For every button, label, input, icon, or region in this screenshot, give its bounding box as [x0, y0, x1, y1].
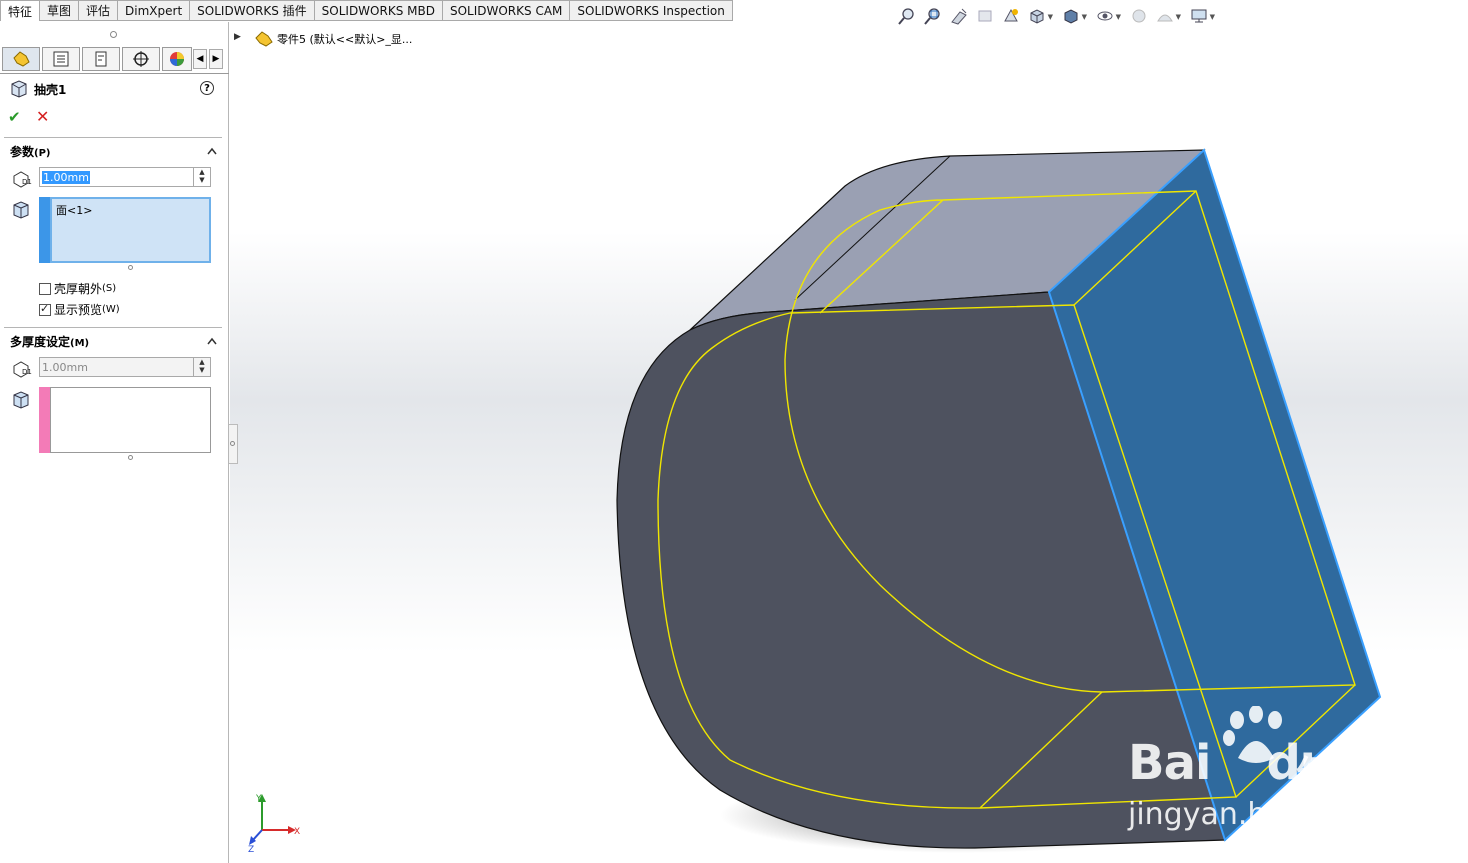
tab-features[interactable]: 特征 — [0, 0, 41, 21]
tab-property-manager[interactable] — [42, 47, 80, 71]
multi-thickness-input[interactable]: 1.00mm ▲ ▼ — [39, 357, 211, 377]
tabs-scroll-right[interactable]: ▶ — [209, 49, 223, 69]
heads-up-view-toolbar: ▼ ▼ ▼ ▼ ▼ — [896, 4, 1215, 28]
tab-display-manager[interactable] — [162, 47, 192, 71]
triad-z-label: Z — [248, 845, 254, 855]
section-view-icon — [978, 10, 992, 22]
zoom-fit-icon — [898, 8, 914, 25]
tab-dimxpert[interactable]: DimXpert — [118, 0, 191, 21]
shell-feature-icon — [9, 79, 29, 102]
eye-icon — [1097, 11, 1113, 21]
list-resize-handle[interactable] — [128, 265, 133, 270]
group-separator — [4, 137, 222, 138]
checkbox-unchecked[interactable] — [39, 282, 51, 295]
tab-solidworks-addins[interactable]: SOLIDWORKS 插件 — [190, 0, 315, 21]
view-orientation-button[interactable]: ▼ — [1026, 5, 1053, 27]
chevron-down-icon[interactable]: ▼ — [1210, 13, 1215, 21]
monitor-icon — [1191, 9, 1207, 23]
reference-triad: Y X Z — [248, 794, 300, 855]
chevron-down-icon[interactable]: ▼ — [1116, 13, 1121, 21]
previous-view-icon — [951, 8, 967, 25]
spin-arrows[interactable]: ▲ ▼ — [193, 168, 210, 186]
property-manager-panel: ◀ ▶ 抽壳1 ? ✔ ✕ 参数(P) D1 1.00mm ▲ ▼ 面<1> 壳厚… — [0, 22, 229, 863]
tab-configuration-manager[interactable] — [82, 47, 120, 71]
list-resize-handle[interactable] — [128, 455, 133, 460]
shell-thickness-input[interactable]: 1.00mm ▲ ▼ — [39, 167, 211, 187]
tab-dimxpert-manager[interactable] — [122, 47, 160, 71]
faces-to-remove-list[interactable]: 面<1> — [39, 197, 211, 263]
manager-tabs: ◀ ▶ — [0, 47, 229, 74]
shell-outward-checkbox[interactable]: 壳厚朝外 (S) — [39, 280, 116, 297]
command-manager-tabs: 特征 草图 评估 DimXpert SOLIDWORKS 插件 SOLIDWOR… — [0, 0, 736, 22]
color-wheel-icon — [170, 52, 184, 66]
chevron-down-icon[interactable]: ▼ — [1082, 13, 1087, 21]
configuration-icon — [95, 51, 107, 67]
zoom-area-icon — [924, 8, 940, 25]
previous-view-button[interactable] — [948, 5, 970, 27]
annotation-view-icon — [1004, 8, 1018, 22]
group-separator — [4, 327, 222, 328]
tabs-scroll-left[interactable]: ◀ — [193, 49, 207, 69]
section-view-button[interactable] — [974, 5, 996, 27]
triad-y-label: Y — [255, 794, 262, 804]
appearance-icon — [1132, 9, 1146, 23]
faces-to-remove-icon — [13, 201, 29, 219]
tab-solidworks-mbd[interactable]: SOLIDWORKS MBD — [314, 0, 443, 21]
hide-show-items-button[interactable]: ▼ — [1094, 5, 1121, 27]
multi-thickness-faces-list[interactable] — [39, 387, 211, 453]
multi-thickness-group-header[interactable]: 多厚度设定(M) — [10, 333, 89, 350]
tab-solidworks-cam[interactable]: SOLIDWORKS CAM — [442, 0, 571, 21]
zoom-to-area-button[interactable] — [922, 5, 944, 27]
tree-expand-arrow[interactable]: ▶ — [234, 32, 241, 42]
crosshair-icon — [133, 51, 149, 67]
zoom-to-fit-button[interactable] — [896, 5, 918, 27]
display-style-button[interactable]: ▼ — [1060, 5, 1087, 27]
tab-solidworks-inspection[interactable]: SOLIDWORKS Inspection — [570, 0, 733, 21]
part-icon — [13, 51, 30, 67]
show-preview-checkbox[interactable]: 显示预览(W) — [39, 301, 120, 318]
scene-icon — [1157, 14, 1173, 22]
chevron-up-icon[interactable] — [207, 336, 217, 346]
help-icon[interactable]: ? — [200, 81, 214, 95]
chevron-up-icon[interactable] — [207, 146, 217, 156]
list-item[interactable]: 面<1> — [56, 202, 92, 218]
spin-arrows[interactable]: ▲ ▼ — [193, 358, 210, 376]
property-list-icon — [53, 51, 69, 67]
view-orientation-icon — [1030, 9, 1044, 24]
part-icon — [255, 31, 273, 47]
watermark-url: jingyan.baidu.com — [1128, 797, 1405, 832]
svg-text:D1: D1 — [22, 178, 32, 186]
multi-thickness-value: 1.00mm — [42, 361, 88, 374]
chevron-down-icon[interactable]: ▼ — [1048, 13, 1053, 21]
apply-scene-button[interactable]: ▼ — [1154, 5, 1181, 27]
view-settings-button[interactable]: ▼ — [1188, 5, 1215, 27]
multi-thickness-icon: D1 — [13, 361, 32, 378]
watermark-jingyan-cn: 经验 — [1296, 753, 1373, 797]
parameters-group-header[interactable]: 参数(P) — [10, 143, 51, 160]
cancel-button[interactable]: ✕ — [36, 107, 49, 126]
tab-feature-manager[interactable] — [2, 47, 40, 71]
tab-evaluate[interactable]: 评估 — [79, 0, 119, 21]
multi-thickness-faces-icon — [13, 391, 29, 409]
feature-tree-root[interactable]: 零件5 (默认<<默认>_显... — [254, 30, 412, 48]
dynamic-annotation-button[interactable] — [1000, 5, 1022, 27]
thickness-value: 1.00mm — [42, 171, 90, 184]
chevron-down-icon[interactable]: ▼ — [1176, 13, 1181, 21]
panel-splitter-handle[interactable] — [229, 424, 238, 464]
feature-tree-root-label: 零件5 (默认<<默认>_显... — [277, 33, 413, 46]
display-style-icon — [1064, 9, 1078, 24]
feature-title: 抽壳1 — [34, 83, 67, 97]
panel-grip[interactable] — [110, 31, 117, 38]
checkbox-checked[interactable] — [39, 302, 51, 316]
ok-button[interactable]: ✔ — [8, 108, 21, 126]
thickness-icon: D1 — [13, 171, 32, 188]
baidu-paw-logo — [1223, 706, 1282, 763]
edit-appearance-button[interactable] — [1128, 5, 1150, 27]
svg-text:D1: D1 — [22, 368, 32, 376]
tab-sketch[interactable]: 草图 — [40, 0, 80, 21]
triad-x-label: X — [294, 827, 300, 837]
